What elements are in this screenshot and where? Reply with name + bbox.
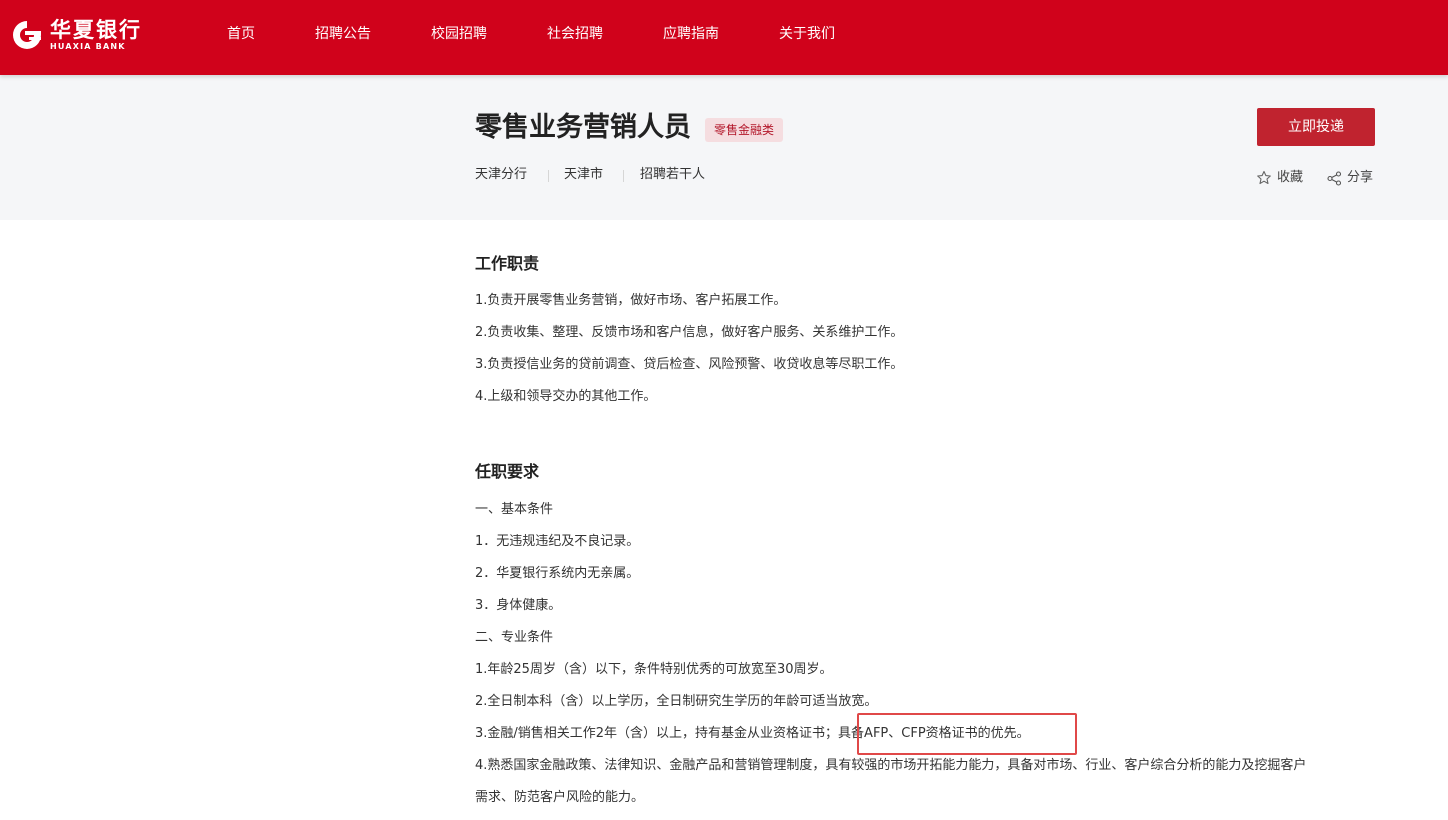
- meta-divider: [548, 170, 549, 182]
- requirement-line: 需求、防范客户风险的能力。: [475, 790, 645, 805]
- nav-social-recruitment[interactable]: 社会招聘: [547, 24, 603, 44]
- duty-line: 1.负责开展零售业务营销，做好市场、客户拓展工作。: [475, 293, 787, 308]
- nav-application-guide[interactable]: 应聘指南: [663, 24, 719, 44]
- share-button[interactable]: 分享: [1327, 169, 1373, 187]
- star-icon: [1257, 170, 1271, 185]
- requirement-line: 3．身体健康。: [475, 598, 562, 613]
- requirement-line: 1．无违规违纪及不良记录。: [475, 534, 640, 549]
- job-headcount: 招聘若干人: [640, 167, 706, 182]
- nav-announcements[interactable]: 招聘公告: [315, 24, 371, 44]
- nav-home[interactable]: 首页: [227, 24, 255, 44]
- job-city: 天津市: [564, 167, 604, 182]
- favorite-button[interactable]: 收藏: [1256, 169, 1303, 187]
- requirement-line: 1.年龄25周岁（含）以下，条件特别优秀的可放宽至30周岁。: [475, 662, 833, 677]
- bank-name-cn: 华夏银行: [50, 17, 142, 42]
- duties-heading: 工作职责: [475, 254, 540, 273]
- share-label: 分享: [1347, 170, 1374, 185]
- job-header: 零售业务营销人员 零售金融类 天津分行 天津市 招聘若干人 立即投递 收藏 分享: [0, 75, 1448, 220]
- duty-line: 4.上级和领导交办的其他工作。: [475, 389, 657, 404]
- requirement-line: 2.全日制本科（含）以上学历，全日制研究生学历的年龄可适当放宽。: [475, 694, 878, 709]
- duty-line: 3.负责授信业务的贷前调查、贷后检查、风险预警、收贷收息等尽职工作。: [475, 357, 904, 372]
- bank-name-en: HUAXIA BANK: [50, 41, 126, 51]
- apply-button[interactable]: 立即投递: [1257, 108, 1375, 146]
- huaxia-logo-icon: [10, 18, 44, 52]
- meta-divider: [623, 170, 624, 182]
- nav-about-us[interactable]: 关于我们: [779, 24, 835, 44]
- nav-campus-recruitment[interactable]: 校园招聘: [431, 24, 487, 44]
- requirements-heading: 任职要求: [475, 462, 540, 481]
- job-category-tag: 零售金融类: [705, 118, 784, 142]
- bank-logo[interactable]: 华夏银行 HUAXIA BANK: [10, 18, 142, 52]
- job-branch: 天津分行: [475, 167, 528, 182]
- share-icon: [1327, 170, 1342, 186]
- requirement-line: 一、基本条件: [475, 502, 554, 517]
- top-nav-bar: 华夏银行 HUAXIA BANK 首页 招聘公告 校园招聘 社会招聘 应聘指南 …: [0, 0, 1448, 75]
- requirement-line: 二、专业条件: [475, 630, 554, 645]
- highlight-annotation-box: [857, 713, 1077, 755]
- job-title: 零售业务营销人员: [475, 112, 691, 143]
- requirement-line: 2．华夏银行系统内无亲属。: [475, 566, 640, 581]
- duty-line: 2.负责收集、整理、反馈市场和客户信息，做好客户服务、关系维护工作。: [475, 325, 904, 340]
- requirement-line: 4.熟悉国家金融政策、法律知识、金融产品和营销管理制度，具有较强的市场开拓能力能…: [475, 758, 1307, 773]
- favorite-label: 收藏: [1277, 170, 1304, 185]
